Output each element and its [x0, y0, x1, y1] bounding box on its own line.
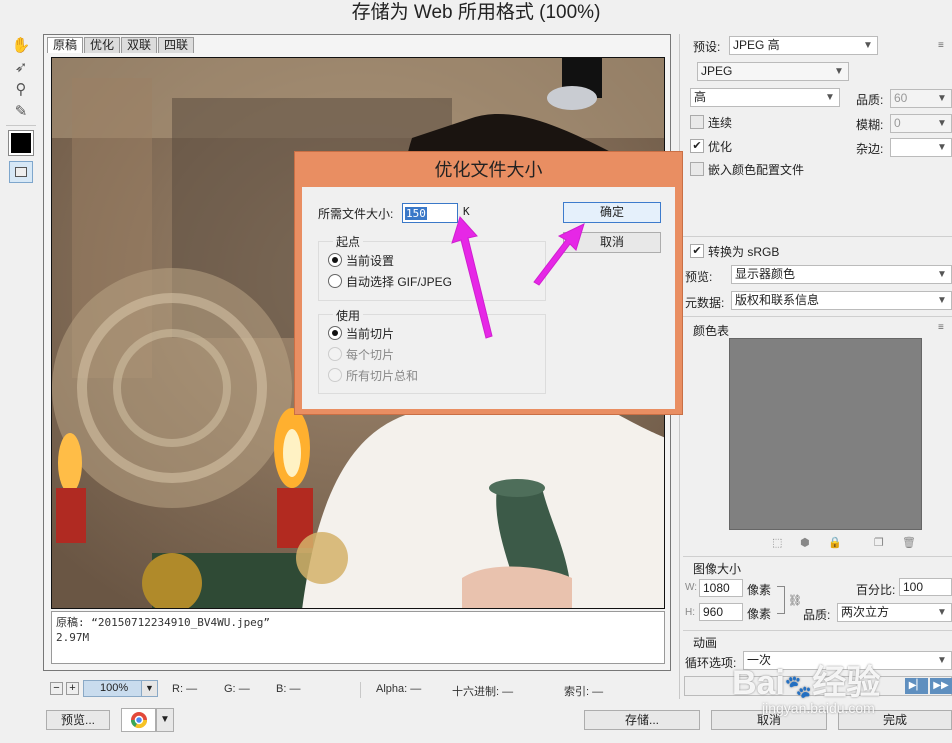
- arrow-to-ok-button: [533, 223, 585, 286]
- annotation-arrows: [451, 216, 585, 339]
- arrow-to-size-input: [451, 216, 493, 339]
